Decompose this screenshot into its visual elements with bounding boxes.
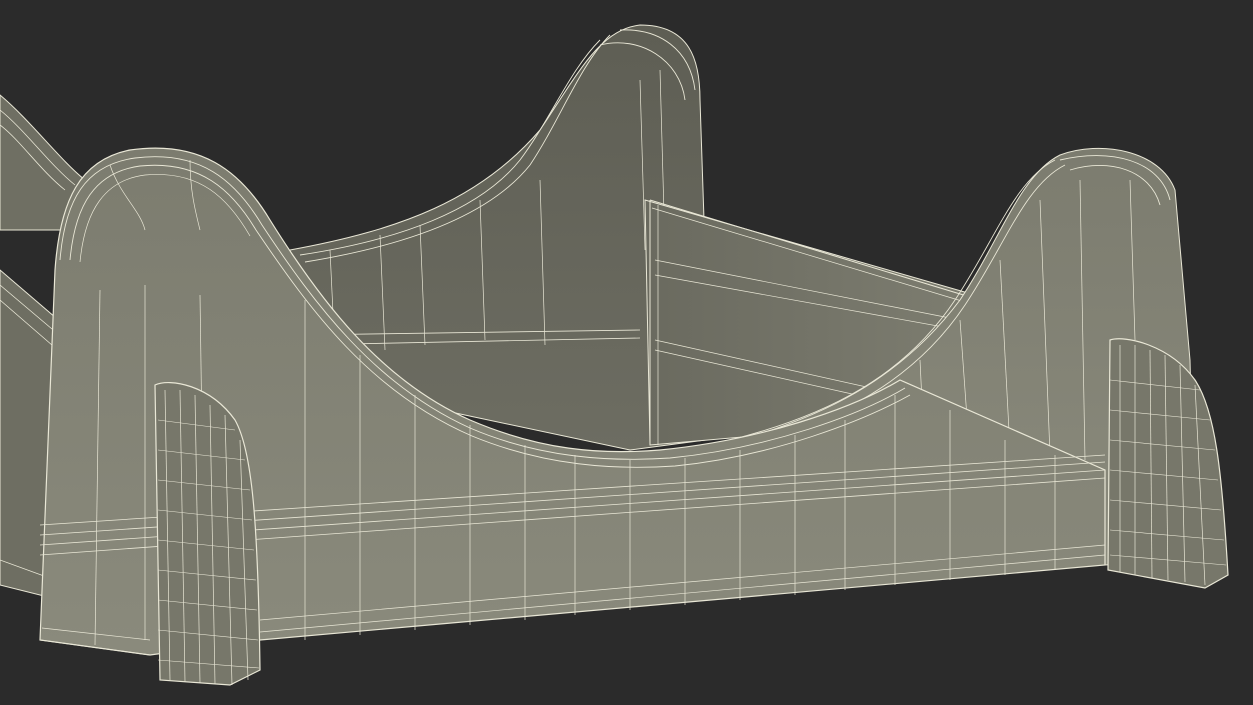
wireframe-render [0,24,1229,686]
right-foot-block [1107,338,1229,589]
render-viewport [0,0,1253,705]
